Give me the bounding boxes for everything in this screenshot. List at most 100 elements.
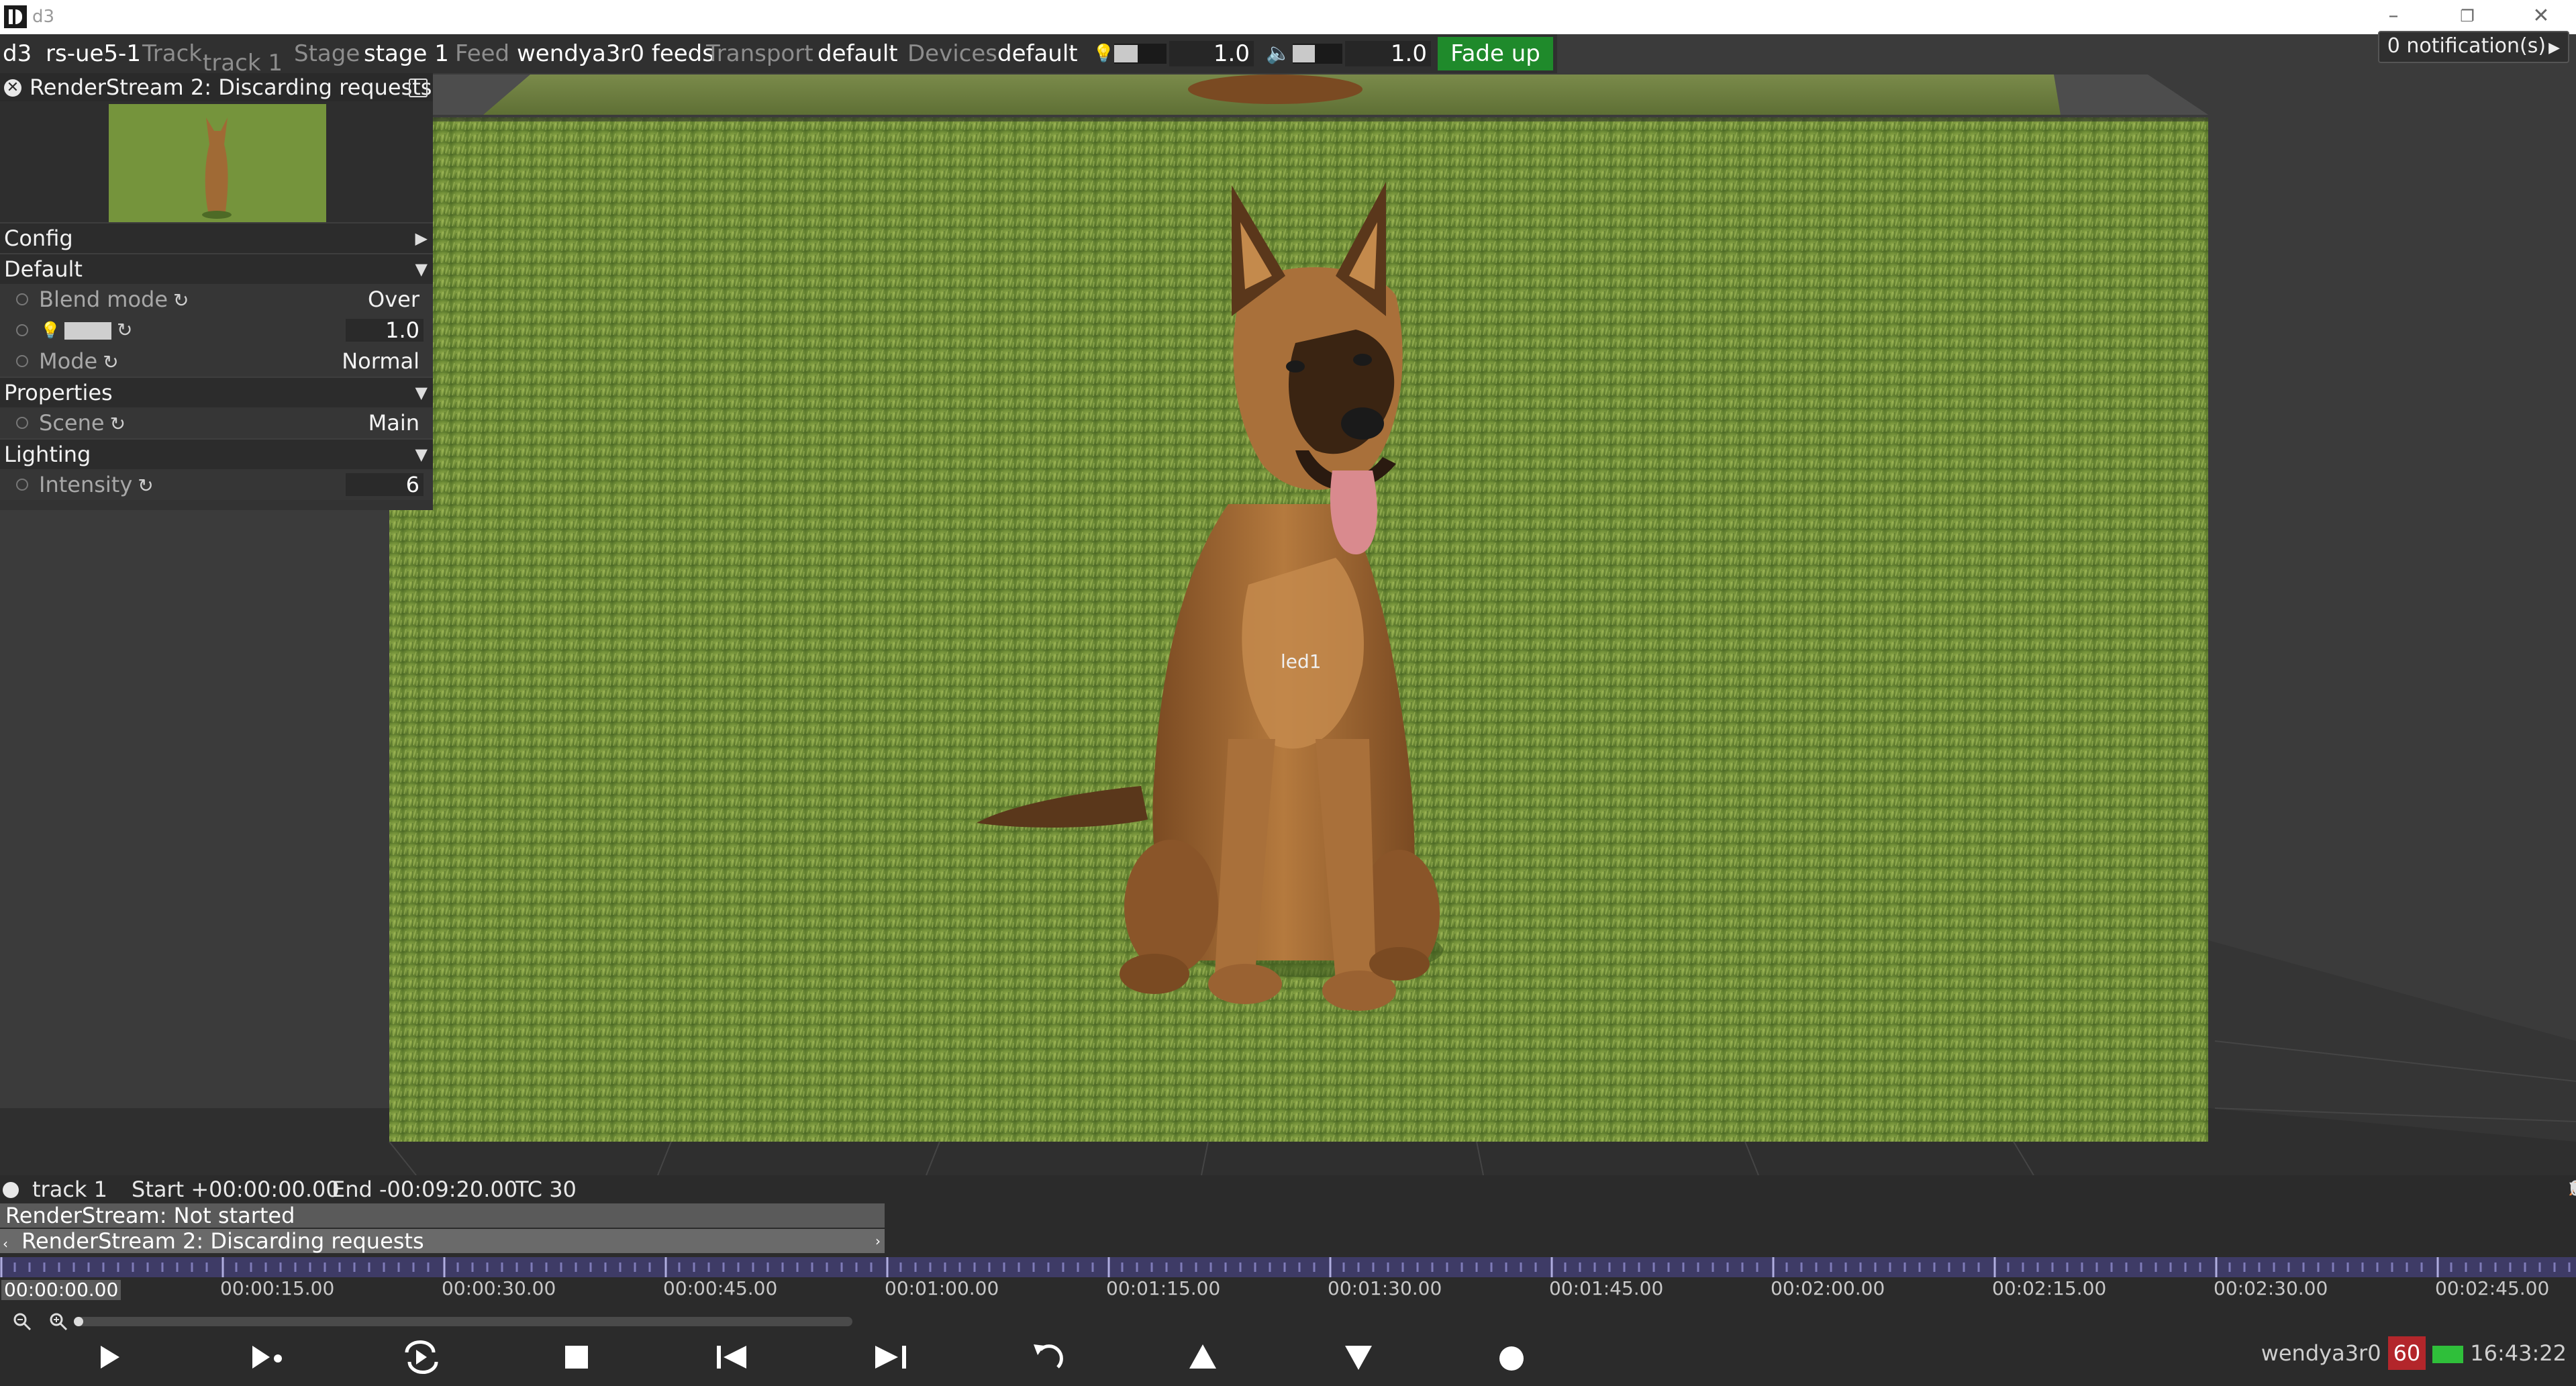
notifications-button[interactable]: 0 notification(s) ▶ (2377, 31, 2569, 63)
transport-label: Transport (706, 40, 813, 67)
mode-row[interactable]: Mode ↻ Normal (0, 346, 433, 377)
brightness-slider-fill (1114, 45, 1138, 62)
return-icon[interactable] (1020, 1334, 1074, 1381)
ruler-label: 00:01:15.00 (1106, 1277, 1221, 1299)
up-arrow-icon[interactable] (1176, 1334, 1230, 1381)
ruler-label: 00:02:15.00 (1992, 1277, 2107, 1299)
close-button[interactable]: ✕ (2521, 3, 2561, 30)
timeline-start[interactable]: Start +00:00:00.00 (132, 1175, 340, 1203)
devices-value[interactable]: default (997, 34, 1078, 73)
layer-renderstream-2[interactable]: ‹ RenderStream 2: Discarding requests › (0, 1229, 885, 1253)
stage-value[interactable]: stage 1 (364, 34, 449, 73)
brightness-slider[interactable] (1114, 44, 1167, 64)
loop-play-icon[interactable] (395, 1334, 448, 1381)
ruler-label: 00:00:15.00 (220, 1277, 335, 1299)
section-properties[interactable]: Properties ▼ (0, 377, 433, 407)
timeline-ruler[interactable] (0, 1257, 2576, 1277)
current-time[interactable]: 00:00:00.00 (1, 1280, 121, 1300)
intensity-label: Intensity ↻ (39, 472, 154, 497)
mode-value[interactable]: Normal (342, 346, 419, 377)
volume-slider[interactable] (1293, 44, 1342, 64)
blend-mode-label: Blend mode ↻ (39, 287, 189, 312)
ruler-label: 00:02:30.00 (2214, 1277, 2328, 1299)
play-arrow-icon: ▶ (2548, 40, 2560, 56)
reset-icon: ↻ (173, 289, 189, 311)
track-tab[interactable]: track 1 (199, 0, 274, 21)
zoom-in-icon[interactable] (48, 1311, 68, 1332)
down-arrow-icon[interactable] (1332, 1334, 1385, 1381)
chevron-down-icon: ▼ (415, 260, 428, 279)
timeline-track-name[interactable]: track 1 (32, 1175, 107, 1203)
bulb-icon: 💡 (1093, 44, 1115, 64)
keyframe-icon[interactable] (16, 293, 28, 305)
intensity-value[interactable]: 6 (346, 473, 424, 496)
brightness-swatch[interactable] (64, 322, 111, 340)
open-external-icon[interactable] (409, 79, 428, 97)
record-icon[interactable] (1485, 1334, 1538, 1381)
panel-header: ✕ RenderStream 2: Discarding requests (0, 73, 433, 101)
play-icon[interactable] (82, 1334, 136, 1381)
status-bar: wendya3r0 60 16:43:22 (2261, 1336, 2567, 1370)
led-screen-label: led1 (1281, 650, 1322, 673)
timeline-header: track 1 Start +00:00:00.00 End -00:09:20… (0, 1175, 2576, 1203)
fade-up-button[interactable]: Fade up (1438, 37, 1553, 70)
track-globe-icon[interactable] (3, 1182, 19, 1198)
timeline-end[interactable]: End -00:09:20.00 (332, 1175, 517, 1203)
section-properties-label: Properties (4, 380, 113, 405)
user-name: wendya3r0 (2261, 1340, 2381, 1366)
timeline-tc[interactable]: TC 30 (515, 1175, 577, 1203)
timeline-ruler-labels: 00:00:15.00 00:00:30.00 00:00:45.00 00:01:0… (0, 1277, 2576, 1301)
close-panel-icon[interactable]: ✕ (4, 79, 21, 97)
timeline-panel: track 1 Start +00:00:00.00 End -00:09:20… (0, 1175, 2576, 1386)
keyframe-icon[interactable] (16, 479, 28, 491)
brightness-value[interactable]: 1.0 (1169, 41, 1254, 66)
keyframe-icon[interactable] (16, 417, 28, 429)
feed-value[interactable]: wendya3r0 feeds (517, 34, 714, 73)
top-menu-bar: d3 rs-ue5-1 Track track 1 Stage stage 1 … (0, 34, 1557, 77)
brightness-row[interactable]: 💡 ↻ 1.0 (0, 315, 433, 346)
d3-logo-icon (4, 5, 27, 28)
reset-icon[interactable]: ↻ (117, 315, 132, 346)
ruler-label: 00:02:00.00 (1771, 1277, 1885, 1299)
volume-value[interactable]: 1.0 (1345, 41, 1431, 66)
scene-row[interactable]: Scene ↻ Main (0, 407, 433, 438)
stop-icon[interactable] (550, 1334, 604, 1381)
app-name[interactable]: d3 (3, 34, 32, 73)
transport-value[interactable]: default (818, 34, 898, 73)
section-lighting[interactable]: Lighting ▼ (0, 438, 433, 469)
zoom-out-icon[interactable] (12, 1311, 32, 1332)
track-label: Track (142, 40, 202, 67)
feed-label: Feed (455, 40, 510, 67)
timeline-scroll-bar[interactable] (74, 1317, 852, 1326)
play-to-end-icon[interactable] (239, 1334, 293, 1381)
intensity-row[interactable]: Intensity ↻ 6 (0, 469, 433, 500)
devices-label: Devices (907, 40, 997, 67)
battery-icon (2432, 1346, 2464, 1363)
chevron-down-icon[interactable]: ▼ (2569, 1175, 2576, 1203)
layer-renderstream[interactable]: RenderStream: Not started (0, 1203, 885, 1228)
panel-brightness-value[interactable]: 1.0 (346, 319, 424, 342)
section-lighting-label: Lighting (4, 442, 91, 467)
fps-badge: 60 (2387, 1336, 2426, 1370)
window-title: d3 (32, 7, 55, 27)
next-section-icon[interactable] (863, 1334, 917, 1381)
ruler-label: 00:01:00.00 (885, 1277, 999, 1299)
section-default[interactable]: Default ▼ (0, 253, 433, 284)
maximize-button[interactable]: ❐ (2447, 3, 2487, 30)
keyframe-icon[interactable] (16, 324, 28, 336)
volume-icon: 🔈 (1266, 42, 1291, 65)
reset-icon: ↻ (109, 413, 126, 435)
section-config[interactable]: Config ▶ (0, 222, 433, 253)
layer-editor-panel: ✕ RenderStream 2: Discarding requests Co… (0, 73, 433, 510)
reset-icon: ↻ (103, 351, 119, 373)
minimize-button[interactable]: – (2373, 3, 2414, 30)
project-name[interactable]: rs-ue5-1 (46, 34, 141, 73)
scene-value[interactable]: Main (368, 407, 419, 438)
section-default-label: Default (4, 256, 83, 282)
keyframe-icon[interactable] (16, 355, 28, 367)
blend-mode-value[interactable]: Over (368, 284, 419, 315)
preview-thumbnail[interactable] (109, 104, 326, 222)
blend-mode-row[interactable]: Blend mode ↻ Over (0, 284, 433, 315)
previous-section-icon[interactable] (706, 1334, 760, 1381)
scroll-handle[interactable] (74, 1317, 83, 1326)
